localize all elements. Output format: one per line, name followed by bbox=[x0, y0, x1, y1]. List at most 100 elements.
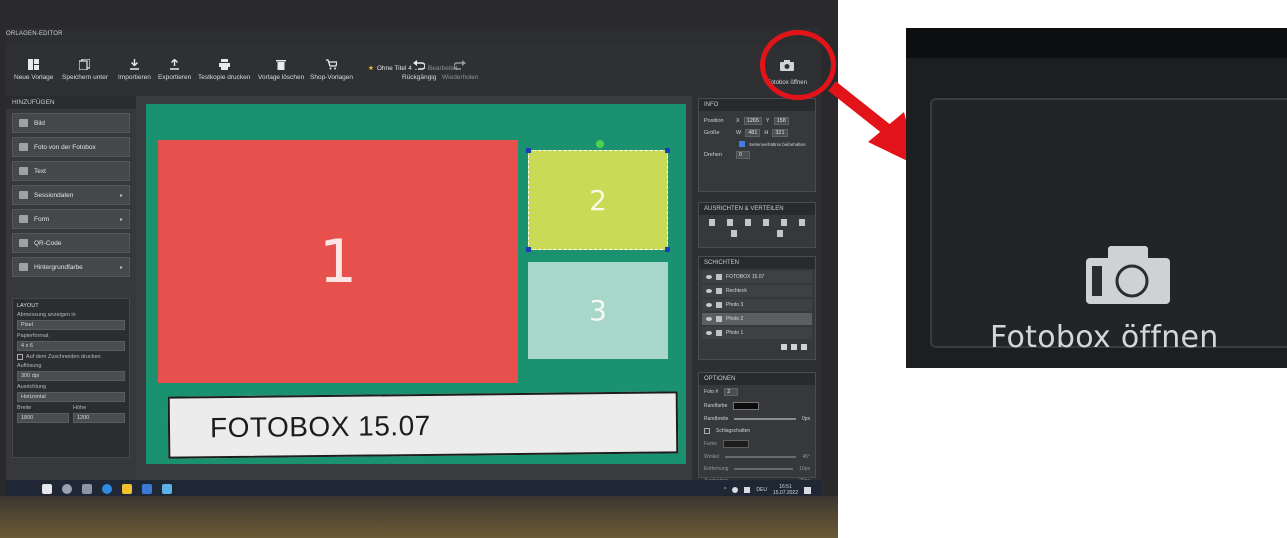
w-input[interactable]: 481 bbox=[745, 129, 761, 137]
eye-icon[interactable] bbox=[706, 289, 712, 293]
eye-icon[interactable] bbox=[706, 331, 712, 335]
align-bottom-icon[interactable] bbox=[799, 219, 805, 226]
add-item[interactable]: Foto von der Fotobox bbox=[12, 137, 130, 157]
align-center-icon[interactable] bbox=[727, 219, 733, 226]
language-indicator[interactable]: DEU bbox=[756, 487, 767, 493]
resize-handle[interactable] bbox=[665, 148, 670, 153]
text-element[interactable]: FOTOBOX 15.07 bbox=[167, 391, 679, 459]
add-item-label: QR-Code bbox=[34, 239, 62, 247]
cut-option[interactable]: Auf dem Zuschneiden drucken bbox=[17, 354, 125, 360]
store-icon[interactable] bbox=[142, 484, 152, 494]
rotate-input[interactable]: 0 bbox=[736, 151, 750, 159]
eye-icon[interactable] bbox=[706, 303, 712, 307]
notification-icon[interactable] bbox=[804, 486, 811, 494]
layer-row[interactable]: FOTOBOX 15.07 bbox=[702, 271, 812, 283]
copy-icon bbox=[79, 58, 91, 70]
layer-row[interactable]: Rechteck bbox=[702, 285, 812, 297]
resize-handle[interactable] bbox=[526, 247, 531, 252]
photo-number-select[interactable]: 2 bbox=[724, 388, 739, 396]
align-right-icon[interactable] bbox=[745, 219, 751, 226]
new-template-button[interactable]: Neue Vorlage bbox=[14, 58, 53, 81]
eye-icon[interactable] bbox=[706, 317, 712, 321]
align-left-icon[interactable] bbox=[709, 219, 715, 226]
tray-chevron-icon[interactable]: ^ bbox=[724, 487, 726, 493]
height-input[interactable]: 1200 bbox=[73, 413, 125, 423]
layer-row[interactable]: Photo 3 bbox=[702, 299, 812, 311]
add-items-list: Bild Foto von der Fotobox Text Sessiondaten… bbox=[6, 113, 136, 277]
paper-select[interactable]: 4 x 6 bbox=[17, 341, 125, 351]
monitor-photo: ORLAGEN-EDITOR Neue Vorlage Speichern un… bbox=[0, 0, 838, 538]
redo-label: Wiederholen bbox=[442, 74, 479, 81]
orientation-select[interactable]: Horizontal bbox=[17, 392, 125, 402]
rotate-handle[interactable] bbox=[596, 140, 604, 148]
network-icon[interactable] bbox=[732, 487, 739, 493]
aspect-checkbox[interactable] bbox=[739, 141, 745, 147]
trash-icon bbox=[275, 58, 287, 70]
import-button[interactable]: Importieren bbox=[118, 58, 151, 81]
undo-button[interactable]: Rückgängig bbox=[402, 58, 436, 81]
x-input[interactable]: 1265 bbox=[743, 117, 762, 125]
resize-handle[interactable] bbox=[526, 148, 531, 153]
shadow-label: Schlagschatten bbox=[716, 428, 751, 434]
layer-row[interactable]: Photo 2 bbox=[702, 313, 812, 325]
shop-templates-button[interactable]: Shop-Vorlagen bbox=[310, 58, 353, 81]
template-canvas[interactable]: 1 2 3 FOTOBOX 15.07 bbox=[146, 104, 686, 464]
distance-slider[interactable] bbox=[734, 468, 794, 470]
search-icon[interactable] bbox=[62, 484, 72, 494]
volume-icon[interactable] bbox=[744, 487, 751, 493]
trash-icon[interactable] bbox=[801, 344, 807, 350]
submenu-arrow-icon: ▸ bbox=[119, 265, 123, 271]
shadow-checkbox[interactable] bbox=[704, 428, 710, 434]
info-header: INFO bbox=[699, 99, 815, 111]
add-item[interactable]: Text bbox=[12, 161, 130, 181]
distribute-horizontal-icon[interactable] bbox=[731, 230, 737, 237]
border-width-slider[interactable] bbox=[734, 418, 796, 420]
resolution-select[interactable]: 300 dpi bbox=[17, 371, 125, 381]
add-item-icon bbox=[19, 263, 28, 271]
add-item[interactable]: QR-Code bbox=[12, 233, 130, 253]
test-print-button[interactable]: Testkopie drucken bbox=[198, 58, 250, 81]
save-as-button[interactable]: Speichern unter bbox=[62, 58, 108, 81]
resolution-label: Auflösung bbox=[17, 363, 42, 369]
add-item[interactable]: Sessiondaten ▸ bbox=[12, 185, 130, 205]
align-top-icon[interactable] bbox=[763, 219, 769, 226]
align-middle-icon[interactable] bbox=[781, 219, 787, 226]
edge-icon[interactable] bbox=[102, 484, 112, 494]
export-button[interactable]: Exportieren bbox=[158, 58, 191, 81]
resize-handle[interactable] bbox=[665, 247, 670, 252]
unit-select[interactable]: Pixel bbox=[17, 320, 125, 330]
shadow-color-swatch[interactable] bbox=[723, 440, 750, 448]
explorer-icon[interactable] bbox=[122, 484, 132, 494]
add-item[interactable]: Bild bbox=[12, 113, 130, 133]
cut-checkbox[interactable] bbox=[17, 354, 23, 360]
width-input[interactable]: 1800 bbox=[17, 413, 69, 423]
photo-slot-3[interactable]: 3 bbox=[528, 262, 668, 359]
eye-icon[interactable] bbox=[706, 275, 712, 279]
angle-slider[interactable] bbox=[725, 456, 797, 458]
y-input[interactable]: 158 bbox=[773, 117, 789, 125]
photo-slot-1[interactable]: 1 bbox=[158, 140, 518, 383]
border-color-swatch[interactable] bbox=[733, 402, 760, 410]
undo-label: Rückgängig bbox=[402, 74, 437, 81]
duplicate-icon[interactable] bbox=[791, 344, 797, 350]
delete-template-button[interactable]: Vorlage löschen bbox=[258, 58, 304, 81]
add-item[interactable]: Form ▸ bbox=[12, 209, 130, 229]
task-view-icon[interactable] bbox=[82, 484, 92, 494]
save-as-label: Speichern unter bbox=[62, 74, 108, 81]
add-item[interactable]: Hintergrundfarbe ▸ bbox=[12, 257, 130, 277]
layer-row[interactable]: Photo 1 bbox=[702, 327, 812, 339]
clock[interactable]: 16:51 15.07.2022 bbox=[773, 484, 798, 496]
h-input[interactable]: 321 bbox=[772, 129, 788, 137]
app-icon[interactable] bbox=[162, 484, 172, 494]
zoomed-fotobox-button[interactable]: Fotobox öffnen bbox=[930, 98, 1287, 355]
photo-slot-2[interactable]: 2 bbox=[528, 150, 668, 250]
layer-type-icon bbox=[716, 274, 722, 280]
windows-start-icon[interactable] bbox=[42, 484, 52, 494]
redo-button[interactable]: Wiederholen bbox=[442, 58, 479, 81]
lock-icon[interactable] bbox=[781, 344, 787, 350]
distribute-vertical-icon[interactable] bbox=[777, 230, 783, 237]
layer-name: FOTOBOX 15.07 bbox=[726, 274, 765, 280]
layout-icon bbox=[28, 58, 40, 70]
aspect-label: Seitenverhältnis beibehalten bbox=[749, 141, 806, 147]
undo-icon bbox=[413, 58, 426, 70]
